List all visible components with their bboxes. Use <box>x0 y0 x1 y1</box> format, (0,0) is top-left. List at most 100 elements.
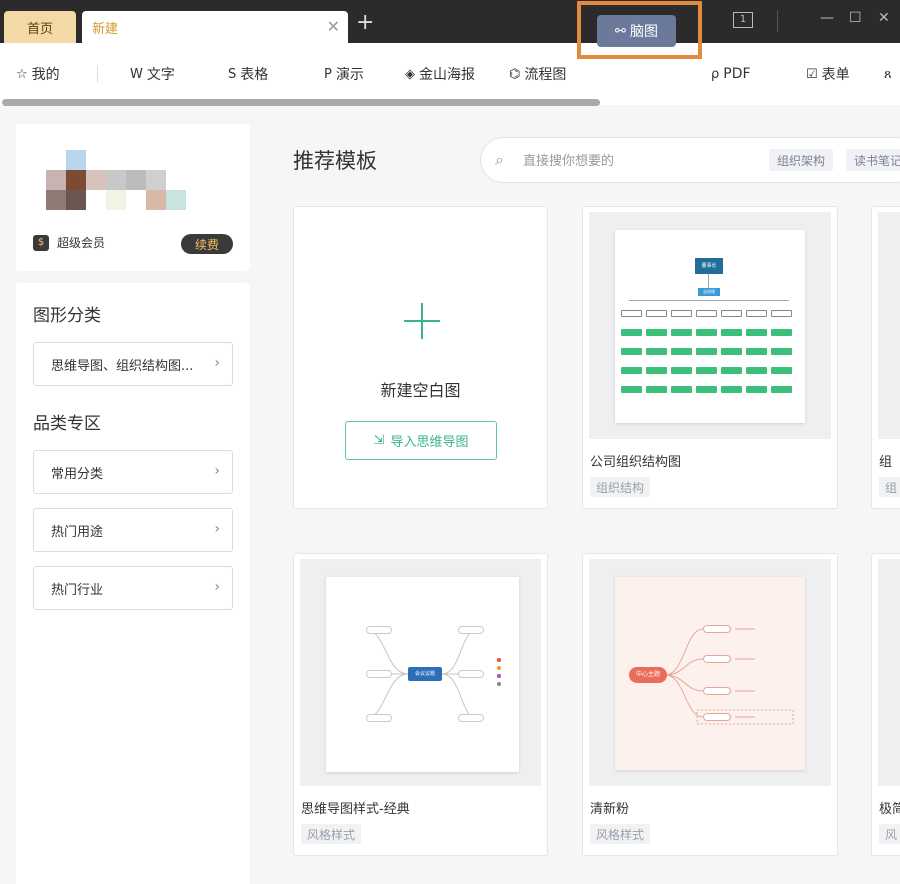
graphic-category-heading: 图形分类 <box>33 306 101 326</box>
title-bar: 首页 新建 ✕ + 1 — ☐ ✕ <box>0 0 900 43</box>
template-card-pink[interactable]: 中心主题 清新粉 风格样式 <box>582 553 838 856</box>
user-icon: ጸ <box>884 66 892 82</box>
toolbar-item-mindmap[interactable]: ⚯ 脑图 <box>597 15 676 47</box>
maximize-icon[interactable]: ☐ <box>849 10 862 26</box>
mm-branch-node <box>366 670 392 678</box>
org-connector <box>708 274 709 288</box>
avatar[interactable] <box>46 150 186 212</box>
template-thumbnail <box>878 559 900 786</box>
template-thumbnail <box>878 212 900 439</box>
search-icon: ⌕ <box>495 150 504 169</box>
search-chip-reading[interactable]: 读书笔记 <box>846 149 900 171</box>
page-title: 推荐模板 <box>293 149 377 173</box>
org-staff-node <box>771 329 792 336</box>
toolbar-item-label: 演示 <box>335 67 364 83</box>
profile-card: $ 超级会员 续费 <box>16 124 250 271</box>
org-staff-node <box>646 348 667 355</box>
mm-branch-node <box>703 625 731 633</box>
template-card-classic[interactable]: 会议议题 思维导图样式-经典 风格样式 <box>293 553 548 856</box>
org-dept-node <box>671 310 692 317</box>
org-dept-node <box>646 310 667 317</box>
org-staff-node <box>696 386 717 393</box>
member-status: $ 超级会员 <box>33 234 105 251</box>
mm-branch-node <box>366 626 392 634</box>
category-common[interactable]: 常用分类 › <box>33 450 233 494</box>
form-icon: ☑ <box>806 66 818 82</box>
org-dept-node <box>696 310 717 317</box>
mm-branch-node <box>703 687 731 695</box>
mm-branch-node <box>366 714 392 722</box>
org-dept-node <box>746 310 767 317</box>
toolbar-item-form[interactable]: ☑ 表单 <box>806 43 850 105</box>
org-staff-node <box>721 386 742 393</box>
page-indicator-icon[interactable]: 1 <box>733 12 753 28</box>
template-tag: 风 <box>879 824 900 844</box>
org-second-node: 总经理 <box>698 288 720 296</box>
toolbar-item-label: 表单 <box>821 67 850 83</box>
member-label: 超级会员 <box>57 236 106 250</box>
toolbar-item-mine[interactable]: ☆ 我的 <box>16 43 60 105</box>
new-blank-card[interactable]: 新建空白图 ⇲ 导入思维导图 <box>293 206 548 509</box>
toolbar-item-poster[interactable]: ◈ 金山海报 <box>405 43 475 105</box>
toolbar-item-pdf[interactable]: ρ PDF <box>711 43 751 105</box>
org-staff-node <box>671 329 692 336</box>
toolbar-item-flowchart[interactable]: ⌬ 流程图 <box>509 43 566 105</box>
star-icon: ☆ <box>16 66 28 82</box>
renew-button[interactable]: 续费 <box>181 234 233 254</box>
graphic-category-value: 思维导图、组织结构图... <box>51 358 194 374</box>
toolbar-item-label: 我的 <box>31 67 60 83</box>
w-icon: W <box>130 66 143 82</box>
import-icon: ⇲ <box>373 433 385 448</box>
search-chip-org[interactable]: 组织架构 <box>769 149 834 171</box>
category-label: 常用分类 <box>51 466 104 482</box>
org-staff-node <box>671 348 692 355</box>
org-staff-node <box>696 329 717 336</box>
import-mindmap-button[interactable]: ⇲ 导入思维导图 <box>345 421 497 460</box>
tab-home[interactable]: 首页 <box>4 11 76 43</box>
category-popular-use[interactable]: 热门用途 › <box>33 508 233 552</box>
search-bar[interactable]: ⌕ 组织架构 读书笔记 <box>480 137 900 183</box>
org-staff-node <box>696 367 717 374</box>
toolbar-item-label: PDF <box>723 66 751 82</box>
plus-icon[interactable]: + <box>356 12 374 34</box>
flowchart-icon: ⌬ <box>509 66 521 82</box>
toolbar-item-label: 金山海报 <box>419 67 475 83</box>
toolbar-item-more[interactable]: ጸ <box>884 43 896 105</box>
toolbar-item-presentation[interactable]: P 演示 <box>324 43 364 105</box>
template-card-partial-bottom[interactable]: 极简 风 <box>871 553 900 856</box>
org-dept-node <box>721 310 742 317</box>
toolbar-item-label: 脑图 <box>629 24 658 40</box>
template-tag: 组 <box>879 477 900 497</box>
template-name: 极简 <box>879 802 900 817</box>
minimize-icon[interactable]: — <box>820 10 834 26</box>
category-label: 热门行业 <box>51 582 104 598</box>
org-staff-node <box>721 367 742 374</box>
template-tag: 组织结构 <box>590 477 651 497</box>
org-staff-node <box>746 367 767 374</box>
plus-icon <box>402 301 442 341</box>
mm-branch-node <box>458 714 484 722</box>
org-staff-node <box>771 386 792 393</box>
search-input[interactable] <box>523 150 753 172</box>
template-thumbnail: 董事长 总经理 <box>589 212 831 439</box>
p-icon: P <box>324 66 332 82</box>
org-staff-node <box>621 386 642 393</box>
window-close-icon[interactable]: ✕ <box>878 10 890 26</box>
graphic-category-select[interactable]: 思维导图、组织结构图... › <box>33 342 233 386</box>
template-card-partial-top[interactable]: 组 组 <box>871 206 900 509</box>
category-panel: 图形分类 思维导图、组织结构图... › 品类专区 常用分类 › 热门用途 › 热门行… <box>16 283 250 884</box>
pdf-icon: ρ <box>711 66 720 82</box>
toolbar-item-label: 表格 <box>240 67 269 83</box>
window-divider <box>777 10 778 32</box>
template-card-org[interactable]: 董事长 总经理 公司组织结构图 组织结构 <box>582 206 838 509</box>
toolbar-item-writer[interactable]: W 文字 <box>130 43 175 105</box>
tab-new[interactable]: 新建 ✕ <box>82 11 348 43</box>
poster-icon: ◈ <box>405 66 415 82</box>
category-popular-industry[interactable]: 热门行业 › <box>33 566 233 610</box>
toolbar-item-sheet[interactable]: S 表格 <box>228 43 268 105</box>
toolbar-divider <box>97 65 98 83</box>
horizontal-scrollbar[interactable] <box>2 99 600 106</box>
org-root-node: 董事长 <box>695 258 723 274</box>
thumbnail-paper: 中心主题 <box>615 577 805 770</box>
close-icon[interactable]: ✕ <box>327 17 340 36</box>
